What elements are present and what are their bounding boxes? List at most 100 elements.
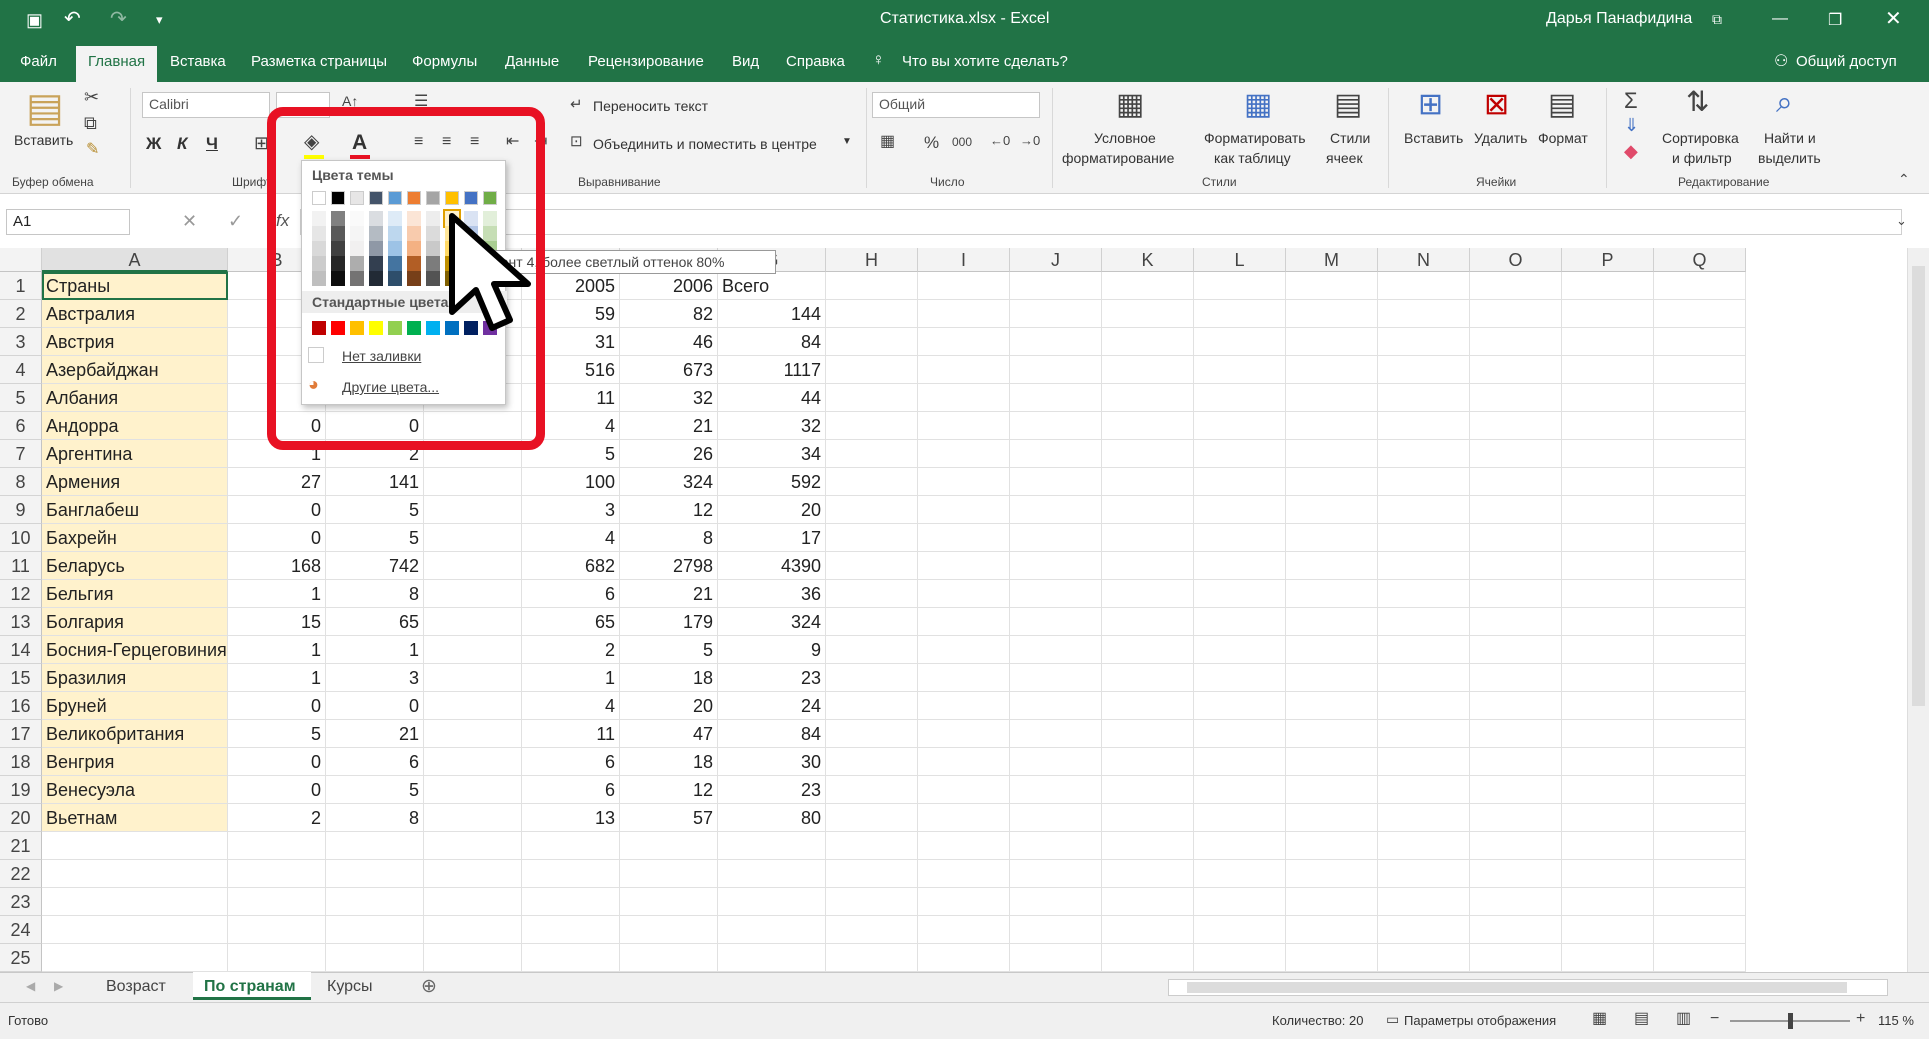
cell-P5[interactable]	[1562, 384, 1654, 412]
cell-F3[interactable]: 46	[620, 328, 718, 356]
cell-M9[interactable]	[1286, 496, 1378, 524]
increase-decimal-icon[interactable]: ←0	[990, 134, 1010, 147]
cond-format-label-1[interactable]: Условное	[1094, 130, 1156, 146]
cell-K22[interactable]	[1102, 860, 1194, 888]
minimize-icon[interactable]: —	[1772, 10, 1788, 28]
collapse-ribbon-icon[interactable]: ⌃	[1898, 172, 1910, 186]
enter-icon[interactable]: ✓	[228, 212, 243, 230]
cell-I9[interactable]	[918, 496, 1010, 524]
cell-I23[interactable]	[918, 888, 1010, 916]
cell-N8[interactable]	[1378, 468, 1470, 496]
cell-K4[interactable]	[1102, 356, 1194, 384]
cell-H5[interactable]	[826, 384, 918, 412]
cell-B9[interactable]: 0	[228, 496, 326, 524]
cell-Q22[interactable]	[1654, 860, 1746, 888]
cell-E12[interactable]: 6	[522, 580, 620, 608]
cell-L24[interactable]	[1194, 916, 1286, 944]
cell-Q25[interactable]	[1654, 944, 1746, 972]
cell-D12[interactable]	[424, 580, 522, 608]
vertical-scroll-thumb[interactable]	[1912, 266, 1925, 706]
cell-P24[interactable]	[1562, 916, 1654, 944]
fill-down-icon[interactable]: ⇓	[1624, 116, 1639, 134]
expand-formula-icon[interactable]: ⌄	[1896, 214, 1907, 227]
cell-O25[interactable]	[1470, 944, 1562, 972]
cell-H19[interactable]	[826, 776, 918, 804]
cell-N22[interactable]	[1378, 860, 1470, 888]
row-header[interactable]: 13	[0, 608, 42, 636]
cell-F15[interactable]: 18	[620, 664, 718, 692]
cell-B8[interactable]: 27	[228, 468, 326, 496]
cell-I1[interactable]	[918, 272, 1010, 300]
cell-N20[interactable]	[1378, 804, 1470, 832]
tab-review[interactable]: Рецензирование	[588, 53, 704, 70]
cell-A16[interactable]: Бруней	[42, 692, 228, 720]
cell-Q9[interactable]	[1654, 496, 1746, 524]
cell-I10[interactable]	[918, 524, 1010, 552]
cell-G13[interactable]: 324	[718, 608, 826, 636]
cell-O2[interactable]	[1470, 300, 1562, 328]
cell-A20[interactable]: Вьетнам	[42, 804, 228, 832]
cell-L13[interactable]	[1194, 608, 1286, 636]
cell-styles-label-1[interactable]: Стили	[1330, 130, 1370, 146]
cell-A15[interactable]: Бразилия	[42, 664, 228, 692]
cell-J1[interactable]	[1010, 272, 1102, 300]
tab-view[interactable]: Вид	[732, 53, 759, 70]
cell-N10[interactable]	[1378, 524, 1470, 552]
cell-O12[interactable]	[1470, 580, 1562, 608]
cell-J10[interactable]	[1010, 524, 1102, 552]
cell-H14[interactable]	[826, 636, 918, 664]
row-header[interactable]: 3	[0, 328, 42, 356]
cell-K12[interactable]	[1102, 580, 1194, 608]
cell-G23[interactable]	[718, 888, 826, 916]
cell-H2[interactable]	[826, 300, 918, 328]
accounting-icon[interactable]: ▦	[880, 134, 895, 150]
cell-H16[interactable]	[826, 692, 918, 720]
cell-Q3[interactable]	[1654, 328, 1746, 356]
conditional-format-icon[interactable]: ▦	[1116, 90, 1144, 120]
cell-N15[interactable]	[1378, 664, 1470, 692]
cell-C18[interactable]: 6	[326, 748, 424, 776]
cell-D16[interactable]	[424, 692, 522, 720]
cell-M20[interactable]	[1286, 804, 1378, 832]
cell-A22[interactable]	[42, 860, 228, 888]
customize-qat-icon[interactable]: ▾	[156, 12, 163, 28]
cell-C10[interactable]: 5	[326, 524, 424, 552]
cell-G8[interactable]: 592	[718, 468, 826, 496]
cell-P18[interactable]	[1562, 748, 1654, 776]
cell-N24[interactable]	[1378, 916, 1470, 944]
cell-L19[interactable]	[1194, 776, 1286, 804]
cell-E10[interactable]: 4	[522, 524, 620, 552]
cell-L7[interactable]	[1194, 440, 1286, 468]
cell-H15[interactable]	[826, 664, 918, 692]
cell-J24[interactable]	[1010, 916, 1102, 944]
cell-D10[interactable]	[424, 524, 522, 552]
cell-C20[interactable]: 8	[326, 804, 424, 832]
cell-I11[interactable]	[918, 552, 1010, 580]
cell-H1[interactable]	[826, 272, 918, 300]
format-table-label-1[interactable]: Форматировать	[1204, 130, 1306, 146]
zoom-slider-thumb[interactable]	[1788, 1013, 1793, 1029]
cell-A7[interactable]: Аргентина	[42, 440, 228, 468]
cell-B19[interactable]: 0	[228, 776, 326, 804]
cell-F24[interactable]	[620, 916, 718, 944]
cell-D15[interactable]	[424, 664, 522, 692]
cell-C15[interactable]: 3	[326, 664, 424, 692]
cell-B22[interactable]	[228, 860, 326, 888]
cell-E25[interactable]	[522, 944, 620, 972]
cell-P8[interactable]	[1562, 468, 1654, 496]
cell-A14[interactable]: Босния-Герцеговиния	[42, 636, 228, 664]
cell-A24[interactable]	[42, 916, 228, 944]
cell-F22[interactable]	[620, 860, 718, 888]
row-header[interactable]: 6	[0, 412, 42, 440]
cell-K19[interactable]	[1102, 776, 1194, 804]
comma-style-icon[interactable]: 000	[952, 136, 972, 148]
cell-J3[interactable]	[1010, 328, 1102, 356]
row-header[interactable]: 19	[0, 776, 42, 804]
row-header[interactable]: 2	[0, 300, 42, 328]
insert-cells-button[interactable]: Вставить	[1404, 130, 1463, 146]
tell-me-box[interactable]: Что вы хотите сделать?	[902, 53, 1068, 70]
row-header[interactable]: 24	[0, 916, 42, 944]
cell-P21[interactable]	[1562, 832, 1654, 860]
cell-O1[interactable]	[1470, 272, 1562, 300]
cell-Q23[interactable]	[1654, 888, 1746, 916]
